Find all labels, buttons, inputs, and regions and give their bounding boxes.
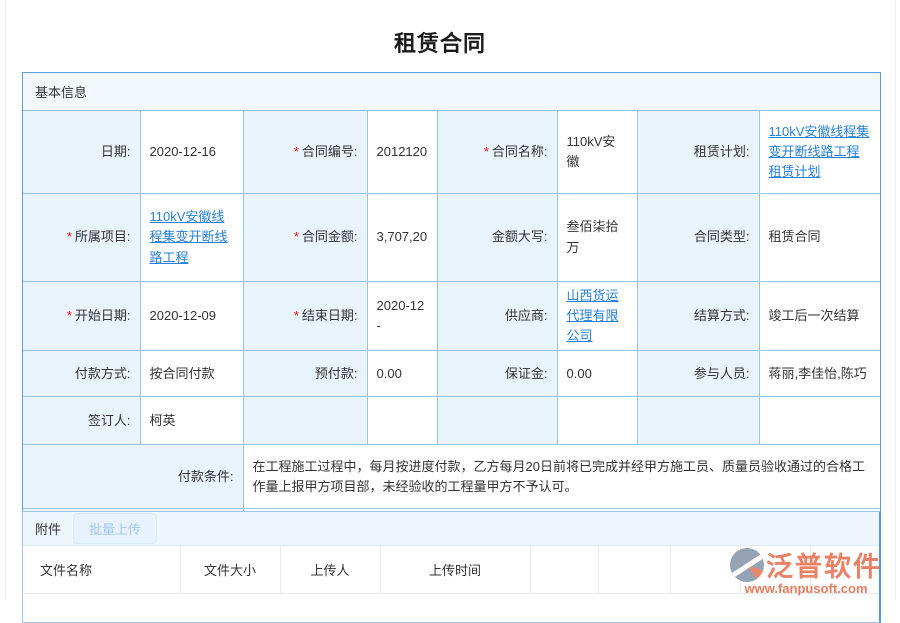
field-label-text: 金额大写: [492,229,548,244]
field-label-date: 日期: [23,111,140,194]
empty-value-cell [367,397,437,445]
basic-info-section-title: 基本信息 [23,73,880,111]
field-value-payment-method: 按合同付款 [140,351,243,397]
field-label-start-date: *开始日期: [23,282,140,351]
attachments-section-title: 附件 [35,519,61,538]
required-mark: * [484,144,489,159]
field-label-signer: 签订人: [23,397,140,445]
field-label-text: 合同金额: [302,229,358,244]
empty-value-cell [557,397,637,445]
col-header-empty [598,546,670,594]
empty-label-cell [637,397,759,445]
required-mark: * [294,144,299,159]
field-label-text: 签订人: [88,413,131,428]
supplier-link[interactable]: 山西货运代理有限公司 [567,288,619,343]
field-label-contract-no: *合同编号: [243,111,367,194]
field-label-text: 租赁计划: [694,144,750,159]
field-label-end-date: *结束日期: [243,282,367,351]
field-value-date: 2020-12-16 [140,111,243,194]
field-label-contract-amount: *合同金额: [243,194,367,282]
field-label-participants: 参与人员: [637,351,759,397]
table-row: 签订人: 柯英 [23,397,880,445]
field-value-payment-terms: 在工程施工过程中，每月按进度付款，乙方每月20日前将已完成并经甲方施工员、质量员… [243,445,880,509]
required-mark: * [294,308,299,323]
field-value-supplier: 山西货运代理有限公司 [557,282,637,351]
field-label-settlement: 结算方式: [637,282,759,351]
table-row: 日期: 2020-12-16 *合同编号: 2012120 *合同名称: 110… [23,111,880,194]
brand-website: www.fanpusoft.com [730,581,882,596]
field-value-prepayment: 0.00 [367,351,437,397]
field-value-contract-no: 2012120 [367,111,437,194]
field-value-contract-name: 110kV安徽 [557,111,637,194]
required-mark: * [294,229,299,244]
field-label-text: 参与人员: [694,366,750,381]
col-header-empty [530,546,598,594]
col-header-uploader: 上传人 [280,546,380,594]
lease-plan-link[interactable]: 110kV安徽线程集变开断线路工程租赁计划 [769,124,870,179]
field-label-text: 预付款: [315,366,358,381]
field-label-lease-plan: 租赁计划: [637,111,759,194]
field-label-supplier: 供应商: [437,282,557,351]
field-label-text: 合同类型: [694,229,750,244]
field-value-participants: 蒋丽,李佳怡,陈巧 [759,351,880,397]
table-row: 付款条件: 在工程施工过程中，每月按进度付款，乙方每月20日前将已完成并经甲方施… [23,445,880,509]
field-label-contract-type: 合同类型: [637,194,759,282]
field-value-signer: 柯英 [140,397,243,445]
field-label-project: *所属项目: [23,194,140,282]
field-value-deposit: 0.00 [557,351,637,397]
field-label-text: 结束日期: [302,308,358,323]
attachments-header: 附件 批量上传 [23,512,879,546]
project-link[interactable]: 110kV安徽线程集变开断线路工程 [150,209,228,264]
col-header-upload-time: 上传时间 [380,546,530,594]
field-label-text: 供应商: [505,308,548,323]
brand-name: 泛普软件 [766,545,882,584]
field-value-settlement: 竣工后一次结算 [759,282,880,351]
field-label-payment-method: 付款方式: [23,351,140,397]
field-label-text: 付款方式: [75,366,131,381]
field-label-payment-terms: 付款条件: [23,445,243,509]
batch-upload-button[interactable]: 批量上传 [73,513,157,544]
field-label-text: 合同名称: [492,144,548,159]
field-label-amount-in-words: 金额大写: [437,194,557,282]
fanpusoft-logo-icon [730,548,764,582]
empty-label-cell [243,397,367,445]
table-row: *开始日期: 2020-12-09 *结束日期: 2020-12- 供应商: 山… [23,282,880,351]
field-value-project: 110kV安徽线程集变开断线路工程 [140,194,243,282]
page-title: 租赁合同 [0,26,880,58]
field-label-contract-name: *合同名称: [437,111,557,194]
field-value-lease-plan: 110kV安徽线程集变开断线路工程租赁计划 [759,111,880,194]
field-label-text: 结算方式: [694,308,750,323]
field-value-amount-in-words: 叁佰柒拾万 [557,194,637,282]
required-mark: * [67,308,72,323]
page-left-edge [5,0,6,600]
field-label-text: 合同编号: [302,144,358,159]
empty-label-cell [437,397,557,445]
col-header-file-name: 文件名称 [23,546,180,594]
field-value-end-date: 2020-12- [367,282,437,351]
field-label-text: 所属项目: [75,229,131,244]
field-label-text: 付款条件: [178,469,234,484]
basic-info-table: 日期: 2020-12-16 *合同编号: 2012120 *合同名称: 110… [23,111,880,558]
required-mark: * [67,229,72,244]
field-value-contract-type: 租赁合同 [759,194,880,282]
field-label-deposit: 保证金: [437,351,557,397]
basic-info-section: 基本信息 日期: 2020-12-16 *合同编号: 2012120 *合同名称… [22,72,881,559]
table-row: 付款方式: 按合同付款 预付款: 0.00 保证金: 0.00 参与人员: 蒋丽… [23,351,880,397]
brand-row: 泛普软件 [730,545,882,584]
page-right-edge [895,0,896,600]
field-label-text: 日期: [101,144,131,159]
field-value-start-date: 2020-12-09 [140,282,243,351]
field-label-prepayment: 预付款: [243,351,367,397]
empty-value-cell [759,397,880,445]
col-header-file-size: 文件大小 [180,546,280,594]
fanpusoft-watermark: 泛普软件 www.fanpusoft.com [730,545,882,596]
field-value-contract-amount: 3,707,20 [367,194,437,282]
field-label-text: 保证金: [505,366,548,381]
table-row: *所属项目: 110kV安徽线程集变开断线路工程 *合同金额: 3,707,20… [23,194,880,282]
field-label-text: 开始日期: [75,308,131,323]
